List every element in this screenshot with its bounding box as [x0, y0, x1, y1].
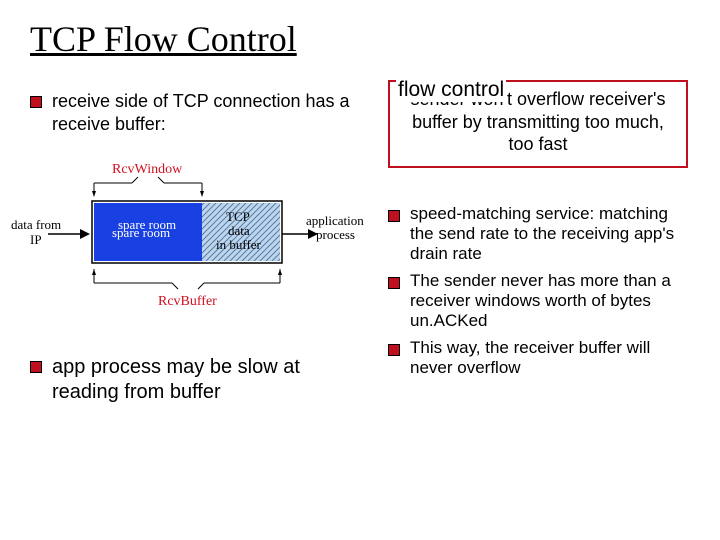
right-bullet-2: The sender never has more than a receive…: [388, 271, 688, 332]
right-bullet-1: speed-matching service: matching the sen…: [388, 204, 688, 265]
right-bullet-3-text: This way, the receiver buffer will never…: [410, 338, 688, 379]
square-bullet-icon: [388, 344, 400, 356]
flow-control-box: flow control sender won't overflow recei…: [388, 80, 688, 168]
flow-control-legend-label: flow control: [396, 78, 506, 102]
left-column: receive side of TCP connection has a rec…: [30, 78, 370, 413]
right-bullet-2-text: The sender never has more than a receive…: [410, 271, 688, 332]
diagram-label-app2: process: [316, 227, 355, 242]
right-bullet-list: speed-matching service: matching the sen…: [388, 204, 688, 379]
diagram-label-ip: IP: [30, 232, 42, 247]
diagram-label-tcp2: data: [228, 223, 250, 238]
right-bullet-3: This way, the receiver buffer will never…: [388, 338, 688, 379]
buffer-diagram: data from IP spare room spare room: [8, 159, 370, 329]
square-bullet-icon: [30, 96, 42, 108]
diagram-label-tcp1: TCP: [226, 209, 250, 224]
left-bullet-2: app process may be slow at reading from …: [30, 355, 370, 405]
square-bullet-icon: [388, 210, 400, 222]
diagram-label-rcvbuffer: RcvBuffer: [158, 294, 217, 309]
diagram-label-datafrom: data from: [11, 217, 61, 232]
right-column: flow control sender won't overflow recei…: [388, 68, 688, 413]
right-bullet-1-text: speed-matching service: matching the sen…: [410, 204, 688, 265]
left-bullet-2-text: app process may be slow at reading from …: [52, 355, 370, 405]
content-columns: receive side of TCP connection has a rec…: [30, 78, 690, 413]
square-bullet-icon: [388, 277, 400, 289]
diagram-label-app1: application: [306, 213, 364, 228]
diagram-label-rcvwindow: RcvWindow: [112, 162, 183, 177]
svg-text:spare room: spare room: [112, 225, 170, 240]
square-bullet-icon: [30, 361, 42, 373]
slide-title: TCP Flow Control: [30, 18, 690, 60]
diagram-label-tcp3: in buffer: [216, 237, 262, 252]
left-bullet-1-text: receive side of TCP connection has a rec…: [52, 90, 370, 135]
left-bullet-1: receive side of TCP connection has a rec…: [30, 90, 370, 135]
